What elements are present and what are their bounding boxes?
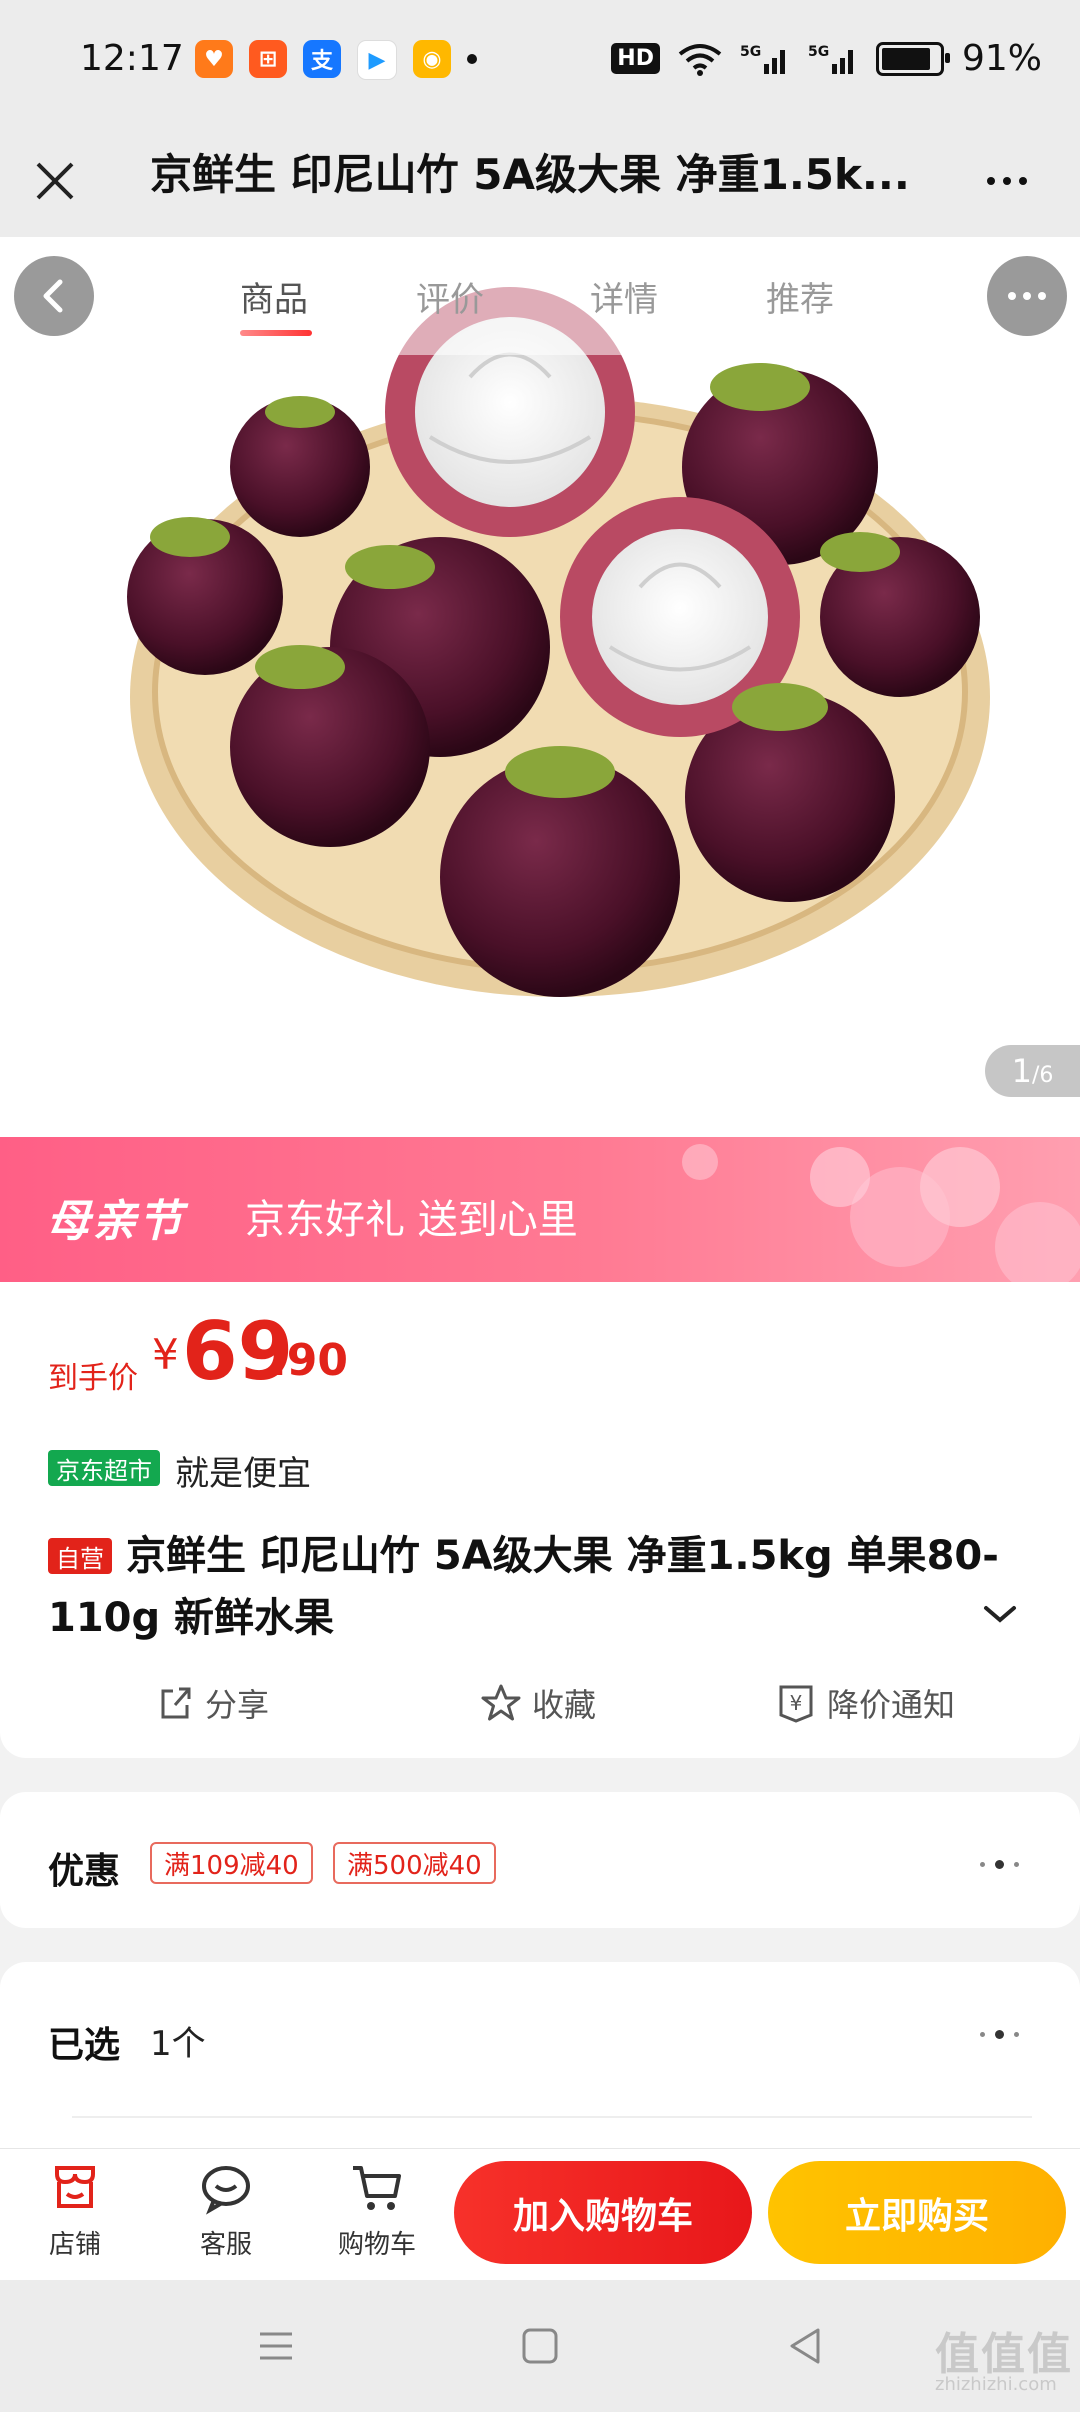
banner-title: 母亲节 — [46, 1196, 184, 1247]
image-counter-current: 1 — [1011, 1052, 1032, 1090]
price-alert-button[interactable]: ¥ 降价通知 — [775, 1680, 955, 1726]
title-more-button[interactable] — [972, 150, 1042, 212]
close-icon[interactable] — [24, 150, 86, 212]
menu-icon[interactable] — [248, 2318, 304, 2374]
battery-percent: 91% — [961, 38, 1042, 79]
banner-subtitle: 京东好礼 送到心里 — [245, 1197, 578, 1243]
price-currency: ¥ — [152, 1330, 179, 1379]
chat-icon — [202, 2166, 250, 2215]
self-operated-badge: 自营 — [48, 1538, 112, 1574]
share-label: 分享 — [205, 1686, 270, 1724]
svg-text:¥: ¥ — [790, 1691, 803, 1715]
notification-app-icons: ♥ ⊞ 支 ▶ ◉ — [195, 40, 477, 80]
store-button[interactable]: 店铺 — [15, 2160, 135, 2261]
play-store-icon: ▶ — [357, 40, 397, 80]
coupon-label: 优惠 — [48, 1851, 121, 1892]
svg-text:5G: 5G — [808, 44, 829, 60]
duck-app-icon: ◉ — [413, 40, 451, 78]
status-time: 12:17 — [80, 38, 184, 79]
customer-service-label: 客服 — [199, 2230, 252, 2260]
chevron-down-icon[interactable] — [980, 1600, 1020, 1630]
price-decimal: .90 — [270, 1335, 348, 1386]
price-alert-icon: ¥ — [779, 1685, 813, 1723]
mangosteen-photo — [127, 287, 990, 997]
chevron-left-icon — [43, 279, 63, 313]
home-icon[interactable] — [512, 2318, 568, 2374]
watermark-url: zhizhizhi.com — [935, 2374, 1057, 2395]
more-notifications-dot — [467, 54, 477, 64]
image-more-button[interactable] — [987, 256, 1067, 336]
tab-bar-overlay — [0, 237, 1080, 355]
product-image[interactable] — [0, 237, 1080, 1137]
alipay-icon: 支 — [303, 40, 341, 78]
coupon-tag[interactable]: 满500减40 — [333, 1842, 496, 1884]
selected-label: 已选 — [48, 2025, 121, 2066]
price-alert-label: 降价通知 — [827, 1686, 956, 1724]
favorite-button[interactable]: 收藏 — [480, 1680, 596, 1726]
image-counter: 1/6 — [985, 1045, 1080, 1097]
cart-label: 购物车 — [337, 2230, 416, 2260]
taobao-icon: ♥ — [195, 40, 233, 78]
selected-value: 1个 — [150, 2024, 206, 2064]
watermark: 值值值 — [935, 2329, 1073, 2380]
page-title: 京鲜生 印尼山竹 5A级大果 净重1.5k... — [150, 150, 910, 199]
signal-5g-icon-1: 5G — [740, 44, 785, 74]
image-counter-total: /6 — [1031, 1062, 1054, 1088]
selected-more-icon[interactable] — [980, 2030, 1019, 2039]
price-label: 到手价 — [48, 1361, 138, 1396]
star-icon — [481, 1684, 521, 1721]
store-label: 店铺 — [48, 2230, 101, 2260]
calendar-app-icon: ⊞ — [249, 40, 287, 78]
divider — [72, 2116, 1032, 2118]
back-button[interactable] — [14, 256, 94, 336]
hd-badge: HD — [611, 43, 660, 74]
tab-product[interactable]: 商品 — [240, 272, 308, 321]
coupon-more-icon[interactable] — [980, 1860, 1019, 1869]
share-button[interactable]: 分享 — [155, 1680, 269, 1726]
share-icon — [161, 1687, 191, 1719]
svg-text:5G: 5G — [740, 44, 761, 60]
signal-5g-icon-2: 5G — [808, 44, 853, 74]
coupon-tag[interactable]: 满109减40 — [150, 1842, 313, 1884]
cart-icon — [353, 2166, 401, 2210]
cart-button[interactable]: 购物车 — [317, 2160, 437, 2261]
back-nav-icon[interactable] — [778, 2318, 834, 2374]
tab-reviews[interactable]: 评价 — [416, 272, 484, 321]
store-slogan: 就是便宜 — [175, 1454, 311, 1494]
status-indicators: HD 5G 5G 91% — [611, 38, 1042, 79]
active-tab-indicator — [240, 330, 312, 336]
customer-service-button[interactable]: 客服 — [166, 2160, 286, 2261]
tab-recommend[interactable]: 推荐 — [766, 272, 834, 321]
product-name: 京鲜生 印尼山竹 5A级大果 净重1.5kg 单果80-110g 新鲜水果 — [48, 1533, 999, 1641]
tab-details[interactable]: 详情 — [590, 272, 658, 321]
jd-supermarket-badge: 京东超市 — [48, 1450, 160, 1486]
battery-icon — [875, 41, 950, 76]
store-icon — [55, 2166, 95, 2208]
buy-now-button[interactable]: 立即购买 — [768, 2161, 1066, 2264]
add-to-cart-button[interactable]: 加入购物车 — [454, 2161, 752, 2264]
favorite-label: 收藏 — [532, 1686, 597, 1724]
wifi-icon — [678, 43, 722, 76]
